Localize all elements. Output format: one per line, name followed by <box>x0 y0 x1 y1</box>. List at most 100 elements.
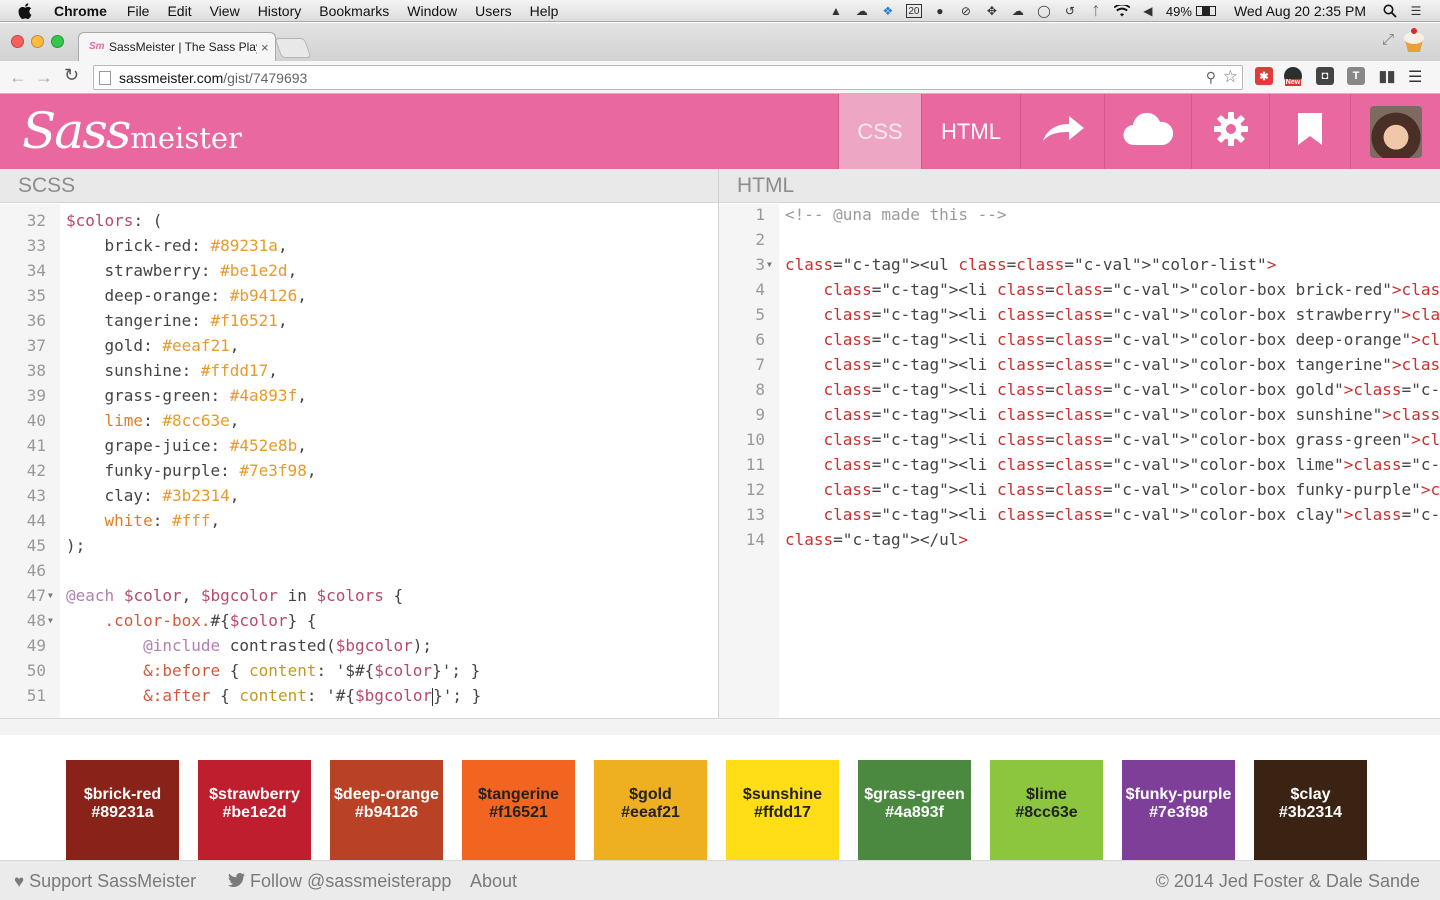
nav-html-button[interactable]: HTML <box>921 94 1020 169</box>
fullscreen-icon[interactable]: ⤢ <box>1382 31 1394 48</box>
scss-code-line[interactable]: 39 grass-green: #4a893f, <box>0 383 718 408</box>
html-code-line[interactable]: 8 class="c-tag"><li class=class="c-val">… <box>719 377 1440 402</box>
scss-code-line[interactable]: 44 white: #fff, <box>0 508 718 533</box>
creative-cloud-icon[interactable]: ☁ <box>854 4 870 18</box>
html-code-line[interactable]: 1 <!-- @una made this --> <box>719 204 1440 227</box>
fold-arrow-icon[interactable]: ▼ <box>767 252 772 277</box>
menu-file[interactable]: File <box>127 3 150 19</box>
browser-tab-active[interactable]: Sm SassMeister | The Sass Playground × <box>78 32 276 61</box>
scss-code-lines[interactable]: 32 $colors: (33 brick-red: #89231a, 34 str… <box>0 208 718 708</box>
volume-icon[interactable]: ◀ <box>1140 4 1156 18</box>
menu-help[interactable]: Help <box>530 3 559 19</box>
window-minimize-button[interactable] <box>31 35 44 48</box>
extension-t-icon[interactable]: T <box>1347 67 1365 85</box>
menu-history[interactable]: History <box>258 3 302 19</box>
menubar-clock[interactable]: Wed Aug 20 2:35 PM <box>1234 3 1366 19</box>
scss-code-line[interactable]: 46 <box>0 558 718 583</box>
html-code-line[interactable]: 2 <box>719 227 1440 252</box>
bookmark-star-icon[interactable]: ☆ <box>1223 67 1238 87</box>
forward-arrow-icon[interactable]: → <box>35 67 53 88</box>
scss-code-line[interactable]: 50 &:before { content: '$#{$color}'; } <box>0 658 718 683</box>
wifi-icon[interactable] <box>1113 4 1130 18</box>
move-icon[interactable]: ✥ <box>984 4 1000 18</box>
extension-screenshot-icon[interactable]: ◘ <box>1316 67 1334 85</box>
bookmark-button[interactable] <box>1269 94 1350 169</box>
scss-code-line[interactable]: 41 grape-juice: #452e8b, <box>0 433 718 458</box>
html-code-lines[interactable]: 1 <!-- @una made this --> 2 3 ▼ class="c-tag"… <box>719 204 1440 552</box>
html-code-line[interactable]: 3 ▼ class="c-tag"><ul class=class="c-val">… <box>719 252 1440 277</box>
html-code-line[interactable]: 10 class="c-tag"><li class=class="c-val"… <box>719 427 1440 452</box>
extension-new-badge-icon[interactable]: New <box>1284 67 1302 86</box>
bluetooth-icon[interactable]: ᛏ <box>1088 4 1104 18</box>
scss-code-line[interactable]: 33 brick-red: #89231a, <box>0 233 718 258</box>
dropbox-icon[interactable]: ❖ <box>880 4 896 18</box>
html-code-line[interactable]: 7 class="c-tag"><li class=class="c-val">… <box>719 352 1440 377</box>
address-bar[interactable]: sassmeister.com/gist/7479693 ⚲ ☆ <box>93 65 1243 90</box>
scss-code-line[interactable]: 48 ▼ .color-box.#{$color} { <box>0 608 718 633</box>
cloud-save-button[interactable] <box>1104 94 1191 169</box>
menu-users[interactable]: Users <box>475 3 512 19</box>
window-zoom-button[interactable] <box>51 35 64 48</box>
output-resize-handle[interactable] <box>0 719 1440 735</box>
html-code-line[interactable]: 13 class="c-tag"><li class=class="c-val"… <box>719 502 1440 527</box>
zoom-icon[interactable]: ⚲ <box>1206 69 1216 86</box>
scss-editor[interactable]: 32 $colors: (33 brick-red: #89231a, 34 str… <box>0 204 718 719</box>
apple-menu-icon[interactable] <box>18 2 40 19</box>
notification-center-icon[interactable]: ☰ <box>1408 4 1424 18</box>
tab-close-icon[interactable]: × <box>261 40 269 55</box>
profile-cupcake-icon[interactable] <box>1400 26 1428 54</box>
scss-code-line[interactable]: 38 sunshine: #ffdd17, <box>0 358 718 383</box>
reload-icon[interactable]: ↻ <box>64 65 79 86</box>
sassmeister-logo[interactable]: Sass meister <box>22 102 242 160</box>
new-tab-button[interactable] <box>274 38 312 58</box>
calendar-icon[interactable]: 20 <box>905 4 922 18</box>
sync-icon[interactable]: ⊘ <box>958 4 974 18</box>
twitter-follow-link[interactable]: Follow @sassmeisterapp <box>228 871 451 892</box>
scss-code-line[interactable]: 34 strawberry: #be1e2d, <box>0 258 718 283</box>
scss-code-line[interactable]: 36 tangerine: #f16521, <box>0 308 718 333</box>
about-link[interactable]: About <box>470 871 517 892</box>
fold-arrow-icon[interactable]: ▼ <box>48 583 53 608</box>
html-pane-title[interactable]: HTML <box>737 174 794 198</box>
menu-edit[interactable]: Edit <box>167 3 191 19</box>
messages-icon[interactable]: ◯ <box>1036 4 1052 18</box>
menu-app-chrome[interactable]: Chrome <box>54 3 107 19</box>
user-avatar-button[interactable] <box>1350 94 1440 169</box>
time-machine-icon[interactable]: ↺ <box>1062 4 1078 18</box>
scss-code-line[interactable]: 47 ▼ @each $color, $bgcolor in $colors { <box>0 583 718 608</box>
notification-icon[interactable]: ▲ <box>828 4 844 18</box>
scss-pane-title[interactable]: SCSS <box>18 174 75 198</box>
html-code-line[interactable]: 14 class="c-tag"></ul> <box>719 527 1440 552</box>
cloud-icon[interactable]: ☁ <box>1010 4 1026 18</box>
spotlight-icon[interactable] <box>1382 4 1398 18</box>
extension-reader-icon[interactable]: ▮▮ <box>1378 67 1396 85</box>
html-code-line[interactable]: 11 class="c-tag"><li class=class="c-val"… <box>719 452 1440 477</box>
html-editor[interactable]: 1 <!-- @una made this --> 2 3 ▼ class="c-tag"… <box>719 204 1440 719</box>
scss-code-line[interactable]: 37 gold: #eeaf21, <box>0 333 718 358</box>
menu-view[interactable]: View <box>210 3 240 19</box>
scss-code-line[interactable]: 43 clay: #3b2314, <box>0 483 718 508</box>
back-arrow-icon[interactable]: ← <box>9 67 27 88</box>
window-close-button[interactable] <box>11 35 24 48</box>
html-code-line[interactable]: 9 class="c-tag"><li class=class="c-val">… <box>719 402 1440 427</box>
scss-code-line[interactable]: 40 lime: #8cc63e, <box>0 408 718 433</box>
html-code-line[interactable]: 5 class="c-tag"><li class=class="c-val">… <box>719 302 1440 327</box>
html-code-line[interactable]: 6 class="c-tag"><li class=class="c-val">… <box>719 327 1440 352</box>
nav-css-button[interactable]: CSS <box>838 94 921 169</box>
evernote-icon[interactable]: ● <box>932 4 948 18</box>
fold-arrow-icon[interactable]: ▼ <box>48 608 53 633</box>
settings-button[interactable] <box>1191 94 1269 169</box>
menu-window[interactable]: Window <box>407 3 457 19</box>
scss-code-line[interactable]: 45); <box>0 533 718 558</box>
extension-lastpass-icon[interactable]: ✱ <box>1255 67 1273 85</box>
scss-code-line[interactable]: 49 @include contrasted($bgcolor); <box>0 633 718 658</box>
scss-code-line[interactable]: 32 $colors: ( <box>0 208 718 233</box>
scss-code-line[interactable]: 42 funky-purple: #7e3f98, <box>0 458 718 483</box>
scss-code-line[interactable]: 51 &:after { content: '#{$bgcolor}'; } <box>0 683 718 708</box>
menu-bookmarks[interactable]: Bookmarks <box>319 3 389 19</box>
scss-code-line[interactable]: 35 deep-orange: #b94126, <box>0 283 718 308</box>
chrome-menu-icon[interactable]: ☰ <box>1408 67 1422 87</box>
battery-icon[interactable] <box>1195 6 1216 16</box>
html-code-line[interactable]: 4 class="c-tag"><li class=class="c-val">… <box>719 277 1440 302</box>
support-link[interactable]: ♥ Support SassMeister <box>14 871 196 892</box>
